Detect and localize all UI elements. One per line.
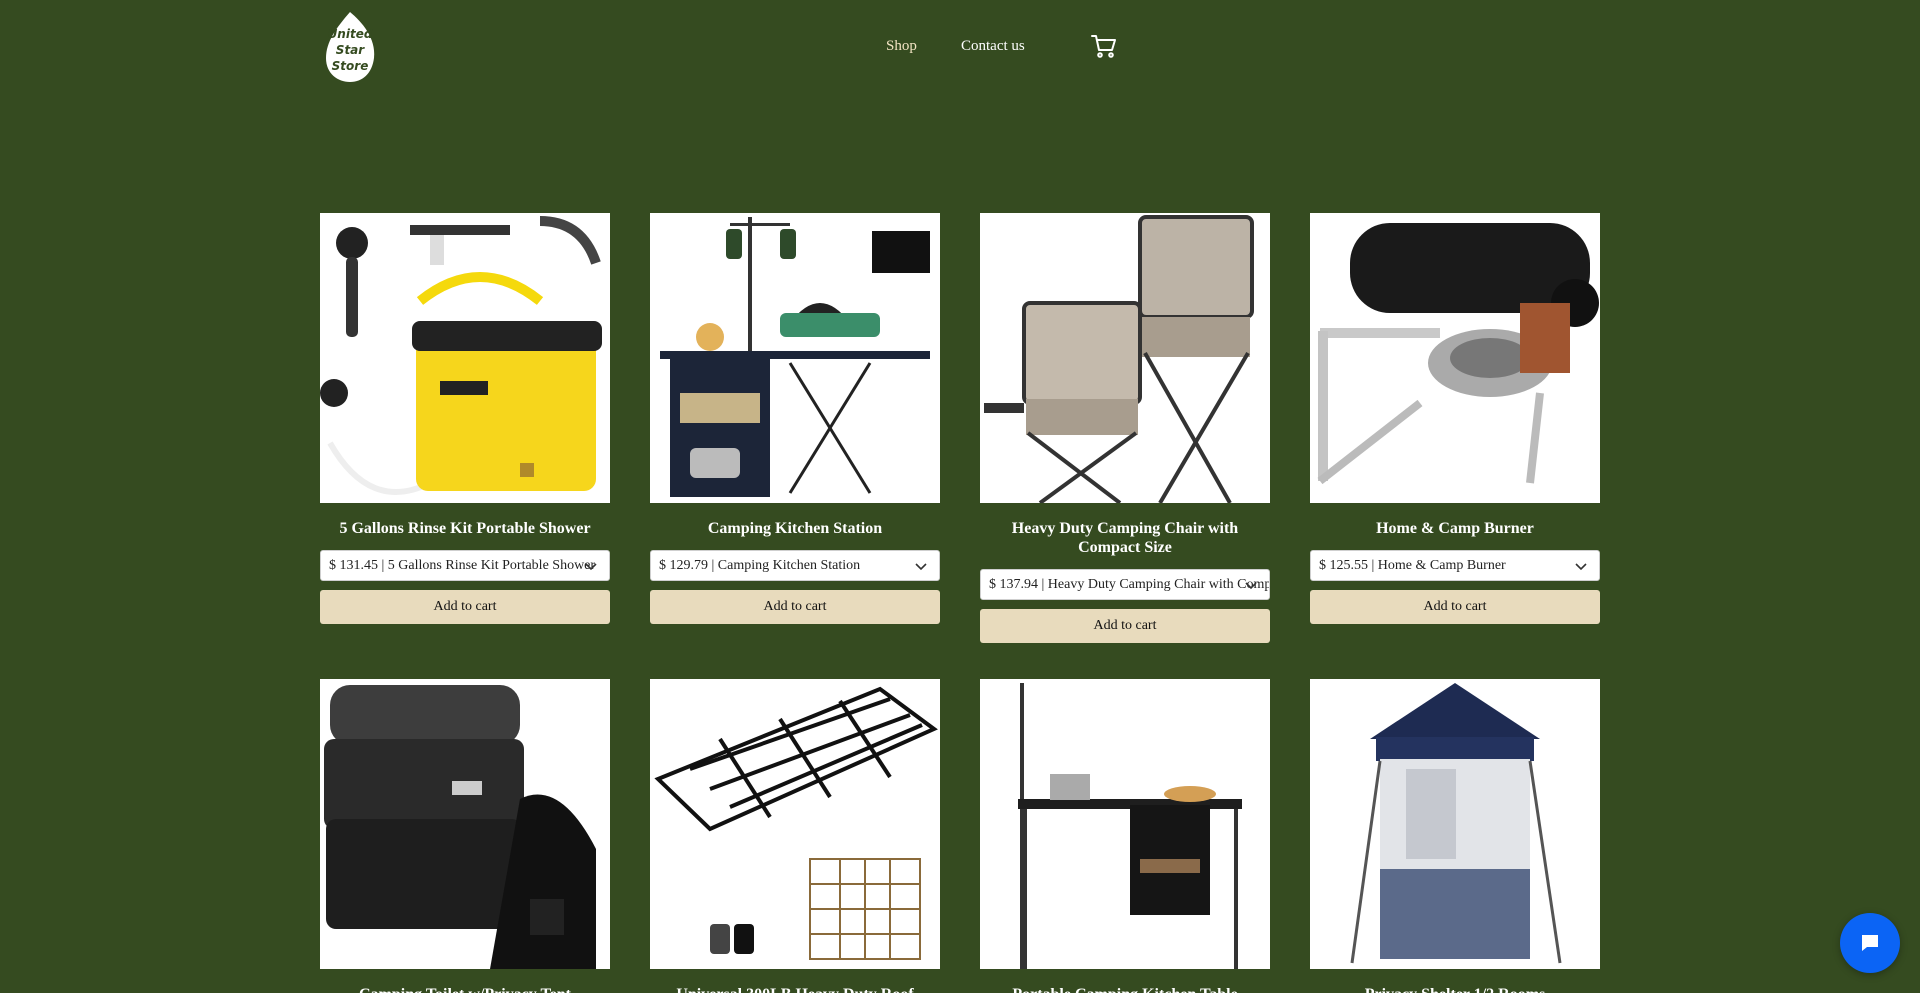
variant-select[interactable]: $ 137.94 | Heavy Duty Camping Chair with…	[980, 569, 1270, 600]
product-card: Privacy Shelter 1/2 Rooms	[1310, 679, 1600, 993]
variant-select-value: $ 131.45 | 5 Gallons Rinse Kit Portable …	[329, 558, 596, 573]
add-to-cart-button[interactable]: Add to cart	[650, 590, 940, 624]
product-card: Camping Kitchen Station $ 129.79 | Campi…	[650, 213, 940, 624]
product-card: Universal 300LB Heavy Duty Roof Rack	[650, 679, 940, 993]
chat-icon	[1862, 935, 1878, 951]
cart-icon[interactable]	[1091, 34, 1117, 60]
chevron-down-icon	[1245, 582, 1257, 590]
product-image[interactable]	[320, 679, 610, 969]
add-to-cart-button[interactable]: Add to cart	[320, 590, 610, 624]
svg-text:Star: Star	[336, 43, 365, 57]
product-card: Camping Toilet w/Privacy Tent	[320, 679, 610, 993]
product-image[interactable]	[320, 213, 610, 503]
variant-select-value: $ 129.79 | Camping Kitchen Station	[659, 558, 861, 573]
variant-select-value: $ 125.55 | Home & Camp Burner	[1319, 558, 1506, 573]
product-title: Privacy Shelter 1/2 Rooms	[1310, 985, 1600, 993]
product-title: 5 Gallons Rinse Kit Portable Shower	[339, 520, 591, 537]
product-card: Portable Camping Kitchen Table	[980, 679, 1270, 993]
svg-text:Store: Store	[332, 59, 369, 73]
product-title: Universal 300LB Heavy Duty Roof Rack	[650, 985, 940, 993]
chevron-down-icon	[1575, 563, 1587, 571]
variant-select-value: $ 137.94 | Heavy Duty Camping Chair with…	[989, 577, 1269, 592]
variant-select[interactable]: $ 131.45 | 5 Gallons Rinse Kit Portable …	[320, 550, 610, 581]
nav-contact-link[interactable]: Contact us	[961, 38, 1025, 55]
variant-select[interactable]: $ 129.79 | Camping Kitchen Station	[650, 550, 940, 581]
chat-button[interactable]	[1840, 913, 1900, 973]
svg-text:United: United	[328, 27, 373, 41]
chevron-down-icon	[585, 563, 597, 571]
product-image[interactable]	[650, 679, 940, 969]
product-image[interactable]	[980, 213, 1270, 503]
product-card: Home & Camp Burner $ 125.55 | Home & Cam…	[1310, 213, 1600, 624]
product-image[interactable]	[1310, 213, 1600, 503]
add-to-cart-button[interactable]: Add to cart	[980, 609, 1270, 643]
variant-select[interactable]: $ 125.55 | Home & Camp Burner	[1310, 550, 1600, 581]
add-to-cart-button[interactable]: Add to cart	[1310, 590, 1600, 624]
product-card: Heavy Duty Camping Chair with Compact Si…	[980, 213, 1270, 643]
store-logo[interactable]: United Star Store	[322, 10, 378, 84]
product-title: Portable Camping Kitchen Table	[980, 985, 1270, 993]
product-title: Camping Kitchen Station	[707, 520, 883, 537]
product-card: 5 Gallons Rinse Kit Portable Shower $ 13…	[320, 213, 610, 624]
product-title: Home & Camp Burner	[1376, 520, 1534, 537]
product-title: Heavy Duty Camping Chair with Compact Si…	[1011, 520, 1239, 556]
site-header: United Star Store Shop Contact us	[0, 0, 1920, 100]
product-image[interactable]	[980, 679, 1270, 969]
nav-shop-link[interactable]: Shop	[886, 38, 917, 55]
product-image[interactable]	[650, 213, 940, 503]
chevron-down-icon	[915, 563, 927, 571]
product-image[interactable]	[1310, 679, 1600, 969]
product-title: Camping Toilet w/Privacy Tent	[320, 985, 610, 993]
